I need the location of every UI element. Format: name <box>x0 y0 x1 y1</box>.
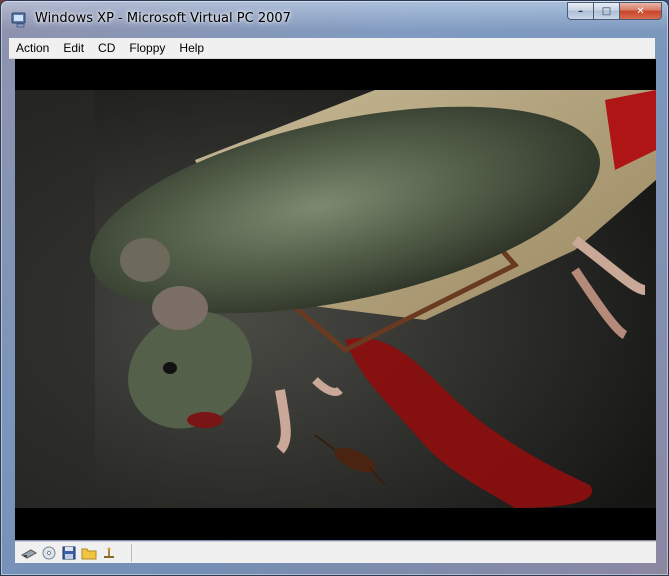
shared-folder-icon[interactable] <box>81 546 97 560</box>
menu-help[interactable]: Help <box>172 38 211 58</box>
menu-action[interactable]: Action <box>9 38 56 58</box>
virtual-pc-app-icon <box>11 12 26 28</box>
maximize-icon: □ <box>601 5 612 17</box>
status-bar <box>15 541 656 563</box>
vm-display-image <box>15 90 656 508</box>
window-title: Windows XP - Microsoft Virtual PC 2007 <box>35 11 291 26</box>
menu-floppy[interactable]: Floppy <box>122 38 172 58</box>
usb-icon[interactable] <box>101 546 117 560</box>
virtual-pc-window: Windows XP - Microsoft Virtual PC 2007 –… <box>0 0 669 576</box>
rat-in-trap-illustration <box>15 90 656 508</box>
floppy-disk-icon[interactable] <box>61 546 77 560</box>
maximize-button[interactable]: □ <box>593 2 619 20</box>
close-icon: ✕ <box>636 5 645 17</box>
menu-edit[interactable]: Edit <box>56 38 91 58</box>
network-adapter-icon[interactable] <box>21 546 37 560</box>
minimize-icon: – <box>578 5 583 17</box>
virtual-machine-screen[interactable] <box>15 59 656 540</box>
caption-buttons: – □ ✕ <box>567 2 662 21</box>
title-bar[interactable]: Windows XP - Microsoft Virtual PC 2007 –… <box>1 1 668 37</box>
cd-drive-icon[interactable] <box>41 546 57 560</box>
minimize-button[interactable]: – <box>567 2 593 20</box>
menu-cd[interactable]: CD <box>91 38 122 58</box>
close-button[interactable]: ✕ <box>619 2 662 20</box>
menu-bar: Action Edit CD Floppy Help <box>9 38 655 59</box>
resize-grip-icon[interactable] <box>656 563 666 573</box>
status-separator <box>131 544 132 562</box>
